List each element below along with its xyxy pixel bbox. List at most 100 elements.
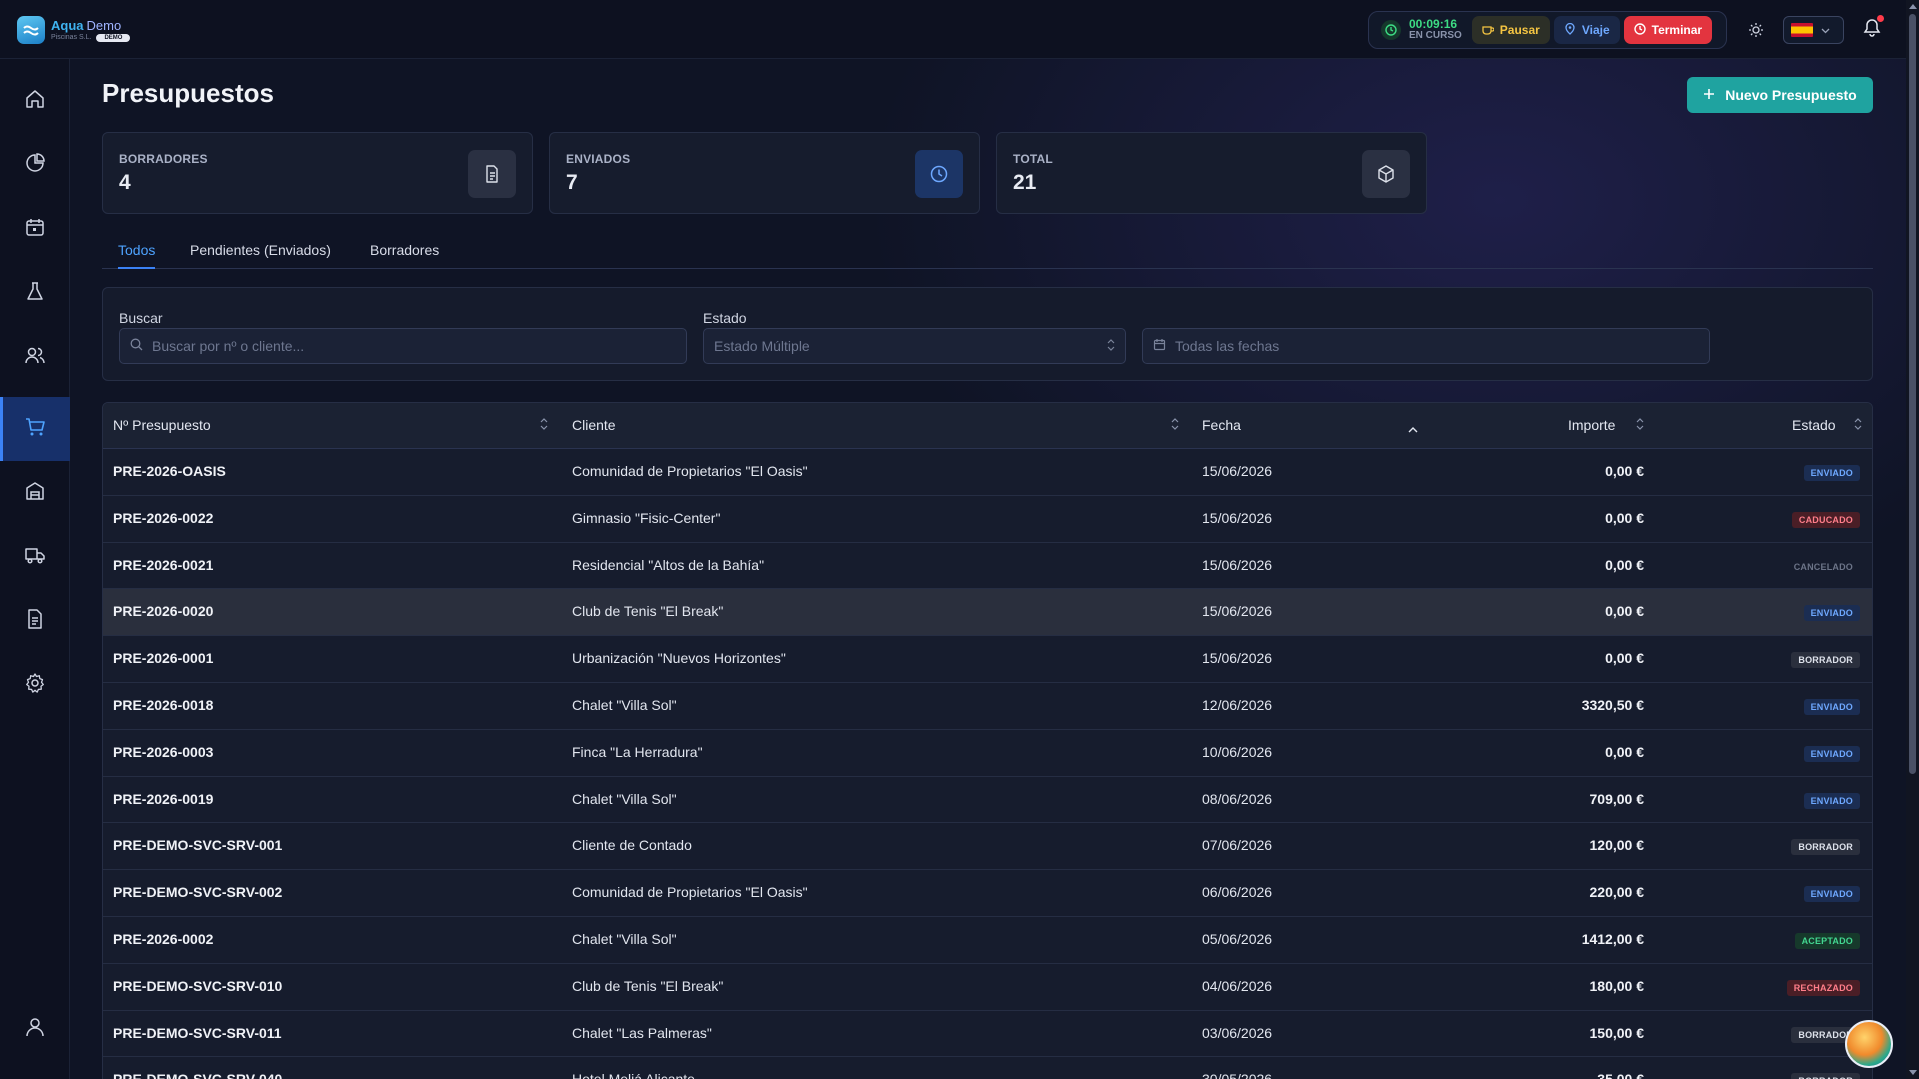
sidebar-item-profile[interactable] (0, 997, 70, 1061)
sort-icon[interactable] (1854, 417, 1862, 435)
budget-amount: 0,00 € (1605, 603, 1644, 620)
assistant-avatar[interactable] (1845, 1020, 1893, 1068)
budget-number: PRE-2026-0021 (113, 556, 214, 573)
status-badge: ACEPTADO (1794, 932, 1860, 949)
stat-label: TOTAL (1013, 152, 1053, 166)
notifications-button[interactable] (1861, 15, 1884, 42)
tab-all[interactable]: Todos (118, 242, 156, 269)
status-select[interactable]: Estado Múltiple (703, 328, 1126, 364)
sidebar-item-reports[interactable] (0, 133, 70, 197)
table-row[interactable]: PRE-DEMO-SVC-SRV-002 Comunidad de Propiet… (103, 870, 1872, 917)
sidebar-item-clients[interactable] (0, 325, 70, 389)
tab-drafts[interactable]: Borradores (370, 242, 439, 269)
budget-date: 30/05/2026 (1202, 1071, 1272, 1079)
budget-amount: 150,00 € (1589, 1024, 1645, 1041)
budget-amount: 180,00 € (1589, 977, 1645, 994)
theme-toggle-icon[interactable] (1745, 19, 1767, 41)
table-row[interactable]: PRE-2026-0018 Chalet "Villa Sol" 12/06/202… (103, 683, 1872, 730)
col-client[interactable]: Cliente (572, 417, 616, 433)
trip-button[interactable]: Viaje (1553, 16, 1620, 44)
search-input[interactable]: Buscar por nº o cliente... (119, 328, 687, 364)
new-budget-button[interactable]: Nuevo Presupuesto (1687, 77, 1873, 113)
scroll-thumb[interactable] (1909, 14, 1916, 774)
budget-amount: 0,00 € (1605, 463, 1644, 479)
sidebar-item-documents[interactable] (0, 589, 70, 653)
stat-value: 7 (566, 171, 578, 194)
stat-value: 21 (1013, 171, 1037, 194)
calendar-icon (24, 216, 46, 243)
col-number[interactable]: Nº Presupuesto (113, 417, 211, 433)
table-row[interactable]: PRE-DEMO-SVC-SRV-001 Cliente de Contado 07… (103, 823, 1872, 871)
col-amount[interactable]: Importe (1568, 417, 1615, 433)
top-bar: Aqua Demo Piscinas S.L. DEMO 00:09:16 EN C… (0, 0, 1906, 59)
tab-pending[interactable]: Pendientes (Enviados) (190, 242, 331, 269)
clock-icon (1381, 20, 1401, 40)
table-row[interactable]: PRE-DEMO-SVC-SRV-010 Club de Tenis "El Br… (103, 964, 1872, 1011)
table-row[interactable]: PRE-DEMO-SVC-SRV-011 Chalet "Las Palmeras… (103, 1011, 1872, 1058)
date-range-input[interactable]: Todas las fechas (1142, 328, 1710, 364)
box-icon (1362, 150, 1410, 198)
sidebar-item-calendar[interactable] (0, 197, 70, 261)
filter-panel: Buscar Buscar por nº o cliente... Estado… (102, 287, 1873, 381)
sidebar-item-warehouse[interactable] (0, 461, 70, 525)
sort-icon[interactable] (540, 417, 548, 435)
sidebar-item-delivery[interactable] (0, 525, 70, 589)
budget-amount: 0,00 € (1605, 509, 1644, 526)
stat-label: ENVIADOS (566, 152, 631, 166)
sidebar-item-lab[interactable] (0, 261, 70, 325)
client-name: Hotel Meliá Alicante (572, 1071, 695, 1079)
brand-badge: DEMO (96, 33, 131, 42)
sort-icon[interactable] (1171, 417, 1179, 435)
budget-date: 07/06/2026 (1202, 837, 1273, 854)
col-status[interactable]: Estado (1792, 417, 1836, 433)
table-row[interactable]: PRE-2026-0002 Chalet "Villa Sol" 05/06/202… (103, 917, 1872, 964)
notification-dot (1877, 15, 1884, 22)
budget-amount: 120,00 € (1589, 837, 1645, 854)
stop-label: Terminar (1651, 23, 1703, 37)
client-name: Finca "La Herradura" (572, 743, 703, 760)
status-badge: CADUCADO (1791, 511, 1860, 528)
col-date[interactable]: Fecha (1202, 417, 1241, 433)
budget-number: PRE-DEMO-SVC-SRV-040 (113, 1071, 282, 1079)
status-badge: BORRADOR (1791, 839, 1860, 856)
spain-flag-icon (1791, 23, 1813, 37)
client-name: Club de Tenis "El Break" (572, 977, 724, 994)
cart-icon (24, 416, 46, 443)
table-row[interactable]: PRE-2026-0020 Club de Tenis "El Break" 15/… (103, 589, 1872, 637)
scroll-up-arrow[interactable] (1909, 4, 1917, 9)
budget-date: 03/06/2026 (1202, 1024, 1273, 1041)
table-row[interactable]: PRE-2026-0003 Finca "La Herradura" 10/06/2… (103, 730, 1872, 777)
budget-amount: 0,00 € (1605, 743, 1644, 760)
page-scrollbar[interactable] (1906, 0, 1919, 1079)
status-badge: BORRADOR (1791, 652, 1860, 669)
table-header: Nº Presupuesto Cliente Fecha Importe Est… (103, 403, 1872, 449)
sort-icon[interactable] (1636, 417, 1644, 435)
pause-button[interactable]: Pausar (1471, 16, 1550, 44)
map-pin-icon (1564, 22, 1576, 38)
budget-date: 08/06/2026 (1202, 790, 1273, 807)
gear-icon (24, 672, 46, 699)
sidebar-item-budgets[interactable] (0, 397, 70, 461)
language-select[interactable] (1783, 16, 1844, 44)
budget-amount: 0,00 € (1605, 556, 1644, 573)
table-row[interactable]: PRE-2026-0001 Urbanización "Nuevos Horizo… (103, 636, 1872, 683)
budget-number: PRE-2026-OASIS (113, 463, 226, 479)
app-logo[interactable]: Aqua Demo Piscinas S.L. DEMO (17, 16, 131, 44)
stop-button[interactable]: Terminar (1623, 16, 1713, 44)
sort-asc-icon[interactable] (1408, 420, 1418, 438)
table-row[interactable]: PRE-DEMO-SVC-SRV-040 Hotel Meliá Alicante… (103, 1057, 1872, 1079)
table-row[interactable]: PRE-2026-0022 Gimnasio "Fisic-Center" 15/0… (103, 496, 1872, 543)
table-row[interactable]: PRE-2026-0021 Residencial "Altos de la Ba… (103, 543, 1872, 590)
sidebar-item-home[interactable] (0, 69, 70, 133)
building-icon (24, 480, 46, 507)
updown-chevron-icon (1107, 338, 1115, 354)
table-row[interactable]: PRE-2026-0019 Chalet "Villa Sol" 08/06/202… (103, 777, 1872, 824)
budget-number: PRE-2026-0002 (113, 930, 214, 947)
scroll-down-arrow[interactable] (1909, 1070, 1917, 1075)
table-row[interactable]: PRE-2026-OASIS Comunidad de Propietarios … (103, 449, 1872, 496)
work-timer: 00:09:16 EN CURSO Pausar Viaje Terminar (1368, 11, 1727, 49)
stat-card-sent: ENVIADOS 7 (549, 132, 980, 214)
stop-clock-icon (1633, 22, 1646, 38)
sidebar-item-settings[interactable] (0, 653, 70, 717)
client-name: Residencial "Altos de la Bahía" (572, 556, 765, 573)
